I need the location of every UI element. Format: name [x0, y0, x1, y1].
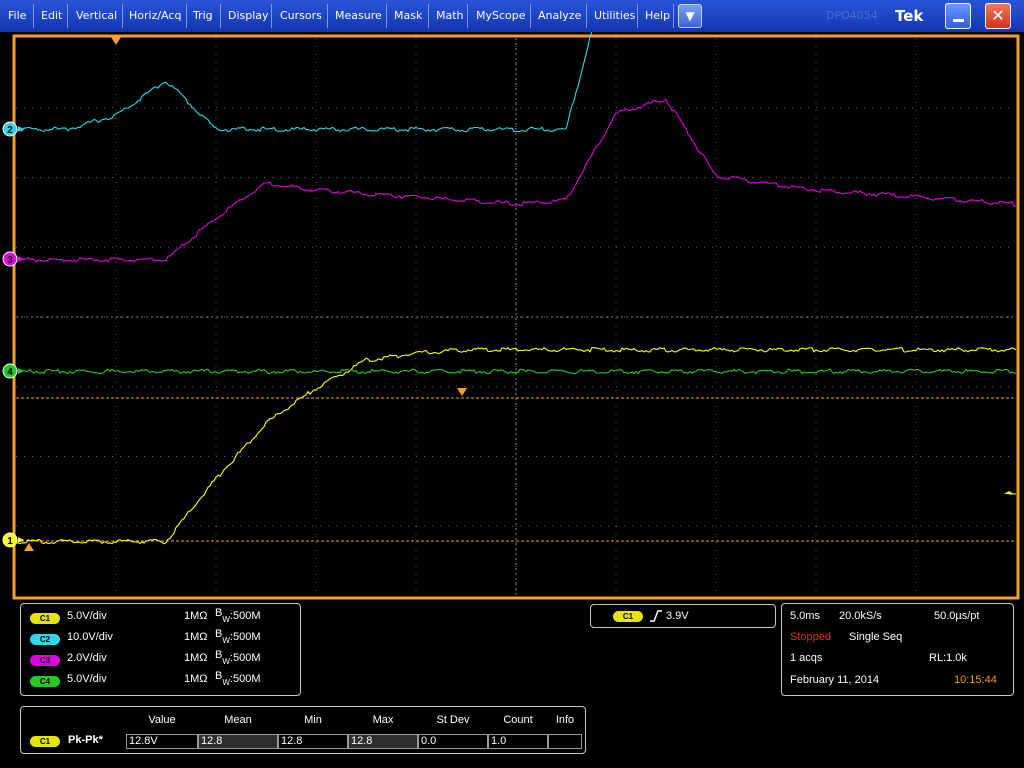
menu-dropdown-button[interactable]: ▼ — [678, 4, 702, 28]
menu-separator — [271, 4, 272, 28]
ch1-reference-marker — [24, 543, 34, 551]
ch4-marker[interactable]: 4 — [2, 363, 24, 379]
menu-separator — [220, 4, 221, 28]
meas-max: 12.8 — [348, 734, 418, 749]
meas-count: 1.0 — [488, 734, 548, 749]
ch3-marker-label: 3 — [7, 255, 13, 266]
time-per-point: 50.0µs/pt — [934, 610, 980, 622]
acq-state: Stopped — [790, 631, 831, 643]
c2-impedance: 1MΩ — [184, 631, 208, 643]
meas-header-mean: Mean — [224, 714, 252, 726]
meas-header-value: Value — [148, 714, 176, 726]
model-label: DPO4054 — [826, 9, 878, 22]
trigger-source-badge: C1 — [613, 611, 643, 622]
menu-separator — [122, 4, 123, 28]
c3-scale: 2.0V/div — [67, 652, 107, 664]
graticule-grid — [16, 38, 1016, 596]
c2-badge[interactable]: C2 — [30, 634, 60, 645]
c2-bandwidth: BW:500M — [215, 628, 261, 645]
timebase: 5.0ms — [790, 610, 820, 622]
meas-name: Pk-Pk* — [68, 734, 103, 746]
brand-logo: Tek — [895, 7, 924, 25]
minimize-button[interactable] — [945, 3, 971, 29]
menu-math[interactable]: Math — [436, 0, 464, 32]
menu-separator — [467, 4, 468, 28]
menu-mask[interactable]: Mask — [394, 0, 422, 32]
menu-separator — [637, 4, 638, 28]
meas-stdev: 0.0 — [418, 734, 488, 749]
menu-help[interactable]: Help — [645, 0, 670, 32]
ch2-marker-label: 2 — [7, 125, 13, 136]
channel-settings-panel[interactable]: C1 5.0V/div 1MΩ BW:500M C2 10.0V/div 1MΩ… — [20, 603, 301, 696]
menu-measure[interactable]: Measure — [335, 0, 382, 32]
menu-separator — [586, 4, 587, 28]
trigger-level: 3.9V — [666, 610, 689, 622]
close-button[interactable]: ✕ — [985, 3, 1011, 29]
trigger-level-marker[interactable] — [457, 388, 467, 396]
meas-value: 12.8V — [126, 734, 198, 749]
menu-separator — [428, 4, 429, 28]
c2-scale: 10.0V/div — [67, 631, 113, 643]
sample-rate: 20.0kS/s — [839, 610, 882, 622]
trigger-panel[interactable]: C1 3.9V — [590, 604, 776, 628]
record-length: RL:1.0k — [929, 652, 967, 664]
menu-separator — [673, 4, 674, 28]
c4-scale: 5.0V/div — [67, 673, 107, 685]
c1-impedance: 1MΩ — [184, 610, 208, 622]
menu-vertical[interactable]: Vertical — [76, 0, 117, 32]
menu-cursors[interactable]: Cursors — [280, 0, 322, 32]
menu-myscope[interactable]: MyScope — [476, 0, 526, 32]
ch2-marker[interactable]: 2 — [2, 121, 24, 137]
acq-count: 1 acqs — [790, 652, 823, 664]
c1-badge[interactable]: C1 — [30, 613, 60, 624]
menu-bar: File Edit Vertical Horiz/Acq Trig Displa… — [0, 0, 1024, 32]
chevron-down-icon: ▼ — [685, 9, 695, 23]
meas-header-count: Count — [503, 714, 533, 726]
menu-separator — [33, 4, 34, 28]
meas-min: 12.8 — [278, 734, 348, 749]
trigger-position-marker[interactable] — [111, 37, 121, 45]
close-icon: ✕ — [991, 6, 1005, 25]
menu-separator — [327, 4, 328, 28]
ch1-marker[interactable]: 1 — [2, 532, 24, 548]
meas-header-info: Info — [555, 714, 575, 726]
menu-separator — [67, 4, 68, 28]
meas-info — [548, 734, 582, 749]
meas-header-max: Max — [372, 714, 394, 726]
waveform-display[interactable]: 2 3 4 1 — [0, 32, 1024, 602]
menu-trig[interactable]: Trig — [193, 0, 213, 32]
minimize-icon — [953, 19, 964, 22]
acquisition-panel[interactable]: 5.0ms 20.0kS/s 50.0µs/pt Stopped Single … — [781, 603, 1014, 696]
c4-badge[interactable]: C4 — [30, 676, 60, 687]
menu-separator — [186, 4, 187, 28]
ch3-marker[interactable]: 3 — [2, 251, 24, 267]
ch1-marker-label: 1 — [7, 536, 13, 547]
menu-utilities[interactable]: Utilities — [594, 0, 635, 32]
menu-separator — [530, 4, 531, 28]
menu-edit[interactable]: Edit — [41, 0, 62, 32]
menu-horiz-acq[interactable]: Horiz/Acq — [129, 0, 181, 32]
meas-header-min: Min — [304, 714, 322, 726]
acq-time: 10:15:44 — [954, 674, 997, 686]
acq-mode: Single Seq — [849, 631, 903, 643]
c1-scale: 5.0V/div — [67, 610, 107, 622]
rising-edge-icon — [650, 610, 662, 622]
c4-impedance: 1MΩ — [184, 673, 208, 685]
meas-header-stdev: St Dev — [436, 714, 470, 726]
meas-mean: 12.8 — [198, 734, 278, 749]
acq-date: February 11, 2014 — [790, 674, 880, 686]
c3-bandwidth: BW:500M — [215, 649, 261, 666]
menu-analyze[interactable]: Analyze — [538, 0, 581, 32]
c1-bandwidth: BW:500M — [215, 607, 261, 624]
ch4-marker-label: 4 — [7, 367, 13, 378]
c3-badge[interactable]: C3 — [30, 655, 60, 666]
c4-bandwidth: BW:500M — [215, 670, 261, 687]
menu-display[interactable]: Display — [228, 0, 269, 32]
meas-source-badge[interactable]: C1 — [30, 736, 60, 747]
c3-impedance: 1MΩ — [184, 652, 208, 664]
menu-file[interactable]: File — [8, 0, 26, 32]
menu-separator — [386, 4, 387, 28]
